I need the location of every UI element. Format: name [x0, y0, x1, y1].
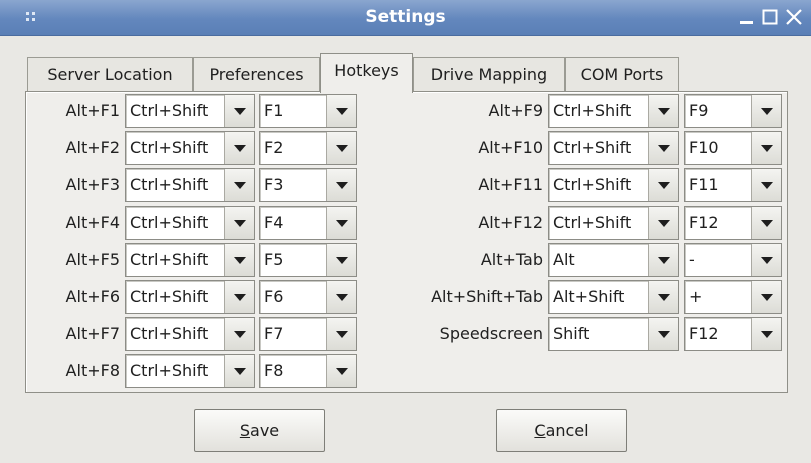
- key-combo-value: F10: [689, 138, 719, 158]
- modifier-combo[interactable]: Ctrl+Shift: [548, 168, 679, 203]
- chevron-down-icon[interactable]: [751, 318, 781, 351]
- chevron-down-icon[interactable]: [326, 355, 356, 388]
- hotkey-label: Alt+F11: [478, 175, 543, 195]
- key-combo-value: F9: [689, 101, 709, 120]
- key-combo[interactable]: F10: [684, 131, 782, 166]
- tab-drive-mapping[interactable]: Drive Mapping: [413, 57, 565, 92]
- modifier-combo[interactable]: Ctrl+Shift: [548, 94, 679, 128]
- modifier-combo[interactable]: Alt+Shift: [548, 280, 679, 314]
- key-combo-value: F8: [264, 361, 284, 381]
- modifier-combo-value: Shift: [553, 324, 590, 344]
- key-combo-value: F12: [689, 212, 719, 232]
- hotkey-label: Alt+F9: [488, 101, 543, 120]
- key-combo[interactable]: F12: [684, 317, 782, 352]
- chevron-down-icon[interactable]: [751, 169, 781, 202]
- modifier-combo-value: Ctrl+Shift: [130, 361, 209, 381]
- key-combo[interactable]: F9: [684, 94, 782, 128]
- cancel-button[interactable]: Cancel: [496, 409, 627, 452]
- modifier-combo[interactable]: Shift: [548, 317, 679, 352]
- chevron-down-icon[interactable]: [648, 169, 678, 202]
- modifier-combo[interactable]: Ctrl+Shift: [125, 354, 255, 389]
- key-combo[interactable]: F8: [259, 354, 357, 389]
- modifier-combo-value: Alt+Shift: [553, 287, 625, 306]
- close-icon[interactable]: [783, 6, 805, 28]
- modifier-combo[interactable]: Alt: [548, 242, 679, 277]
- key-combo[interactable]: F11: [684, 168, 782, 203]
- hotkey-row: Speedscreen Shift F12: [26, 317, 786, 352]
- tab-server-location[interactable]: Server Location: [27, 57, 193, 92]
- modifier-combo-value: Alt: [553, 249, 575, 269]
- modifier-combo[interactable]: Ctrl+Shift: [548, 205, 679, 240]
- modifier-combo-value: Ctrl+Shift: [553, 138, 632, 158]
- key-combo-value: F11: [689, 175, 719, 195]
- key-combo[interactable]: F12: [684, 205, 782, 240]
- chevron-down-icon[interactable]: [648, 318, 678, 351]
- hotkey-label: Speedscreen: [439, 324, 543, 344]
- hotkey-row: Alt+F12 Ctrl+Shift F12: [26, 205, 786, 240]
- chevron-down-icon[interactable]: [648, 206, 678, 239]
- chevron-down-icon[interactable]: [224, 355, 254, 388]
- chevron-down-icon[interactable]: [751, 95, 781, 127]
- hotkey-row: Alt+F10 Ctrl+Shift F10: [26, 131, 786, 166]
- tab-hotkeys[interactable]: Hotkeys: [320, 53, 413, 93]
- hotkey-row: Alt+F8 Ctrl+Shift F8: [26, 354, 786, 389]
- tab-com-ports[interactable]: COM Ports: [565, 57, 679, 92]
- hotkey-label: Alt+F8: [65, 361, 120, 381]
- chevron-down-icon[interactable]: [648, 95, 678, 127]
- chevron-down-icon[interactable]: [751, 206, 781, 239]
- cancel-mnemonic: C: [534, 421, 546, 440]
- chevron-down-icon[interactable]: [648, 243, 678, 276]
- modifier-combo-value: Ctrl+Shift: [553, 101, 632, 120]
- cancel-label-rest: ancel: [545, 421, 589, 440]
- hotkey-row: Alt+F9 Ctrl+Shift F9: [26, 94, 786, 128]
- tab-preferences[interactable]: Preferences: [193, 57, 320, 92]
- hotkey-row: Alt+Tab Alt -: [26, 242, 786, 277]
- window-title: Settings: [365, 7, 446, 27]
- key-combo-value: -: [689, 249, 695, 269]
- key-combo[interactable]: -: [684, 242, 782, 277]
- modifier-combo-value: Ctrl+Shift: [553, 212, 632, 232]
- save-label-rest: ave: [250, 421, 280, 440]
- chevron-down-icon[interactable]: [751, 132, 781, 165]
- hotkey-label: Alt+F10: [478, 138, 543, 158]
- chevron-down-icon[interactable]: [648, 281, 678, 313]
- hotkey-row: Alt+F11 Ctrl+Shift F11: [26, 168, 786, 203]
- hotkey-label: Alt+F12: [478, 212, 543, 232]
- save-button[interactable]: Save: [194, 409, 325, 452]
- title-bar[interactable]: Settings: [0, 0, 811, 36]
- save-mnemonic: S: [239, 421, 251, 440]
- chevron-down-icon[interactable]: [751, 243, 781, 276]
- hotkeys-panel: Alt+F1 Ctrl+Shift F1 Alt+F2 Ctrl+Shift F2 Alt+…: [25, 91, 788, 393]
- modifier-combo-value: Ctrl+Shift: [553, 175, 632, 195]
- modifier-combo[interactable]: Ctrl+Shift: [548, 131, 679, 166]
- key-combo-value: F12: [689, 324, 719, 344]
- hotkey-row: Alt+Shift+Tab Alt+Shift +: [26, 280, 786, 314]
- maximize-icon[interactable]: [759, 6, 781, 28]
- chevron-down-icon[interactable]: [648, 132, 678, 165]
- key-combo-value: +: [689, 287, 703, 306]
- chevron-down-icon[interactable]: [751, 281, 781, 313]
- minimize-icon[interactable]: [736, 6, 758, 28]
- hotkey-label: Alt+Shift+Tab: [431, 287, 543, 306]
- hotkey-label: Alt+Tab: [480, 249, 543, 269]
- key-combo[interactable]: +: [684, 280, 782, 314]
